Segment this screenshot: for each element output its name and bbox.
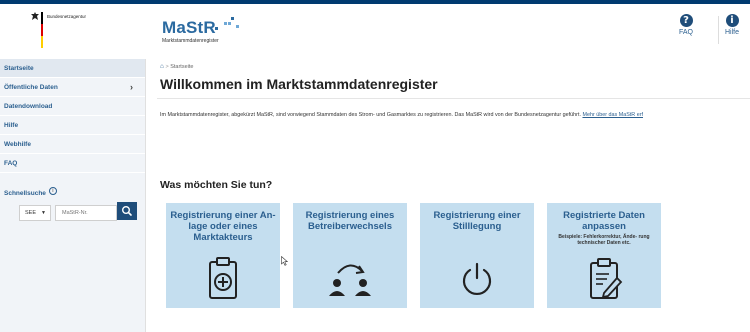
sidebar-item-label: Webhilfe (4, 141, 31, 148)
sidebar-item-label: Startseite (4, 65, 34, 72)
sidebar-item-datendownload[interactable]: Datendownload (0, 97, 145, 116)
chevron-right-icon: › (130, 82, 133, 92)
search-icon (121, 205, 132, 216)
home-icon[interactable]: ⌂ (160, 63, 164, 70)
breadcrumb: ⌂ > Startseite (160, 63, 193, 70)
owner-change-icon (329, 264, 371, 296)
agency-logo[interactable]: Bundesnetzagentur (0, 4, 145, 59)
sidebar-item-oeffentliche-daten[interactable]: Öffentliche Daten › (0, 78, 145, 97)
logo-title: MaStR (162, 18, 216, 37)
tile-owner-change[interactable]: Registrierung eines Betreiberwechsels (293, 203, 407, 308)
tile-title: Registrierung einer Stilllegung (433, 210, 521, 232)
quick-search-label: Schnellsuche (4, 190, 46, 197)
info-icon: i (725, 14, 739, 27)
tile-title: Registrierung einer An- lage oder eines … (170, 210, 276, 243)
breadcrumb-separator: > (165, 64, 169, 70)
tile-decommission[interactable]: Registrierung einer Stilllegung (420, 203, 534, 308)
register-select[interactable]: SEE ▼ (19, 205, 51, 221)
help-button[interactable]: i Hilfe (725, 14, 739, 36)
tile-subtitle: Beispiele: Fehlerkorrektur, Ände- rung t… (558, 234, 650, 246)
german-flag (41, 12, 43, 48)
power-icon (462, 262, 492, 295)
page-title: Willkommen im Marktstammdatenregister (160, 76, 438, 92)
sidebar-divider (145, 59, 146, 332)
mouse-cursor-icon (281, 256, 288, 266)
quick-search-row: SEE ▼ (4, 202, 141, 222)
logo-subtitle: Marktstammdatenregister (162, 38, 219, 44)
sidebar-item-startseite[interactable]: Startseite (0, 59, 145, 78)
sidebar-item-label: FAQ (4, 160, 18, 167)
question-icon: ? (679, 14, 693, 27)
sidebar-item-label: Hilfe (4, 122, 19, 129)
quick-search: Schnellsuche i SEE ▼ (0, 173, 145, 222)
breadcrumb-startseite[interactable]: Startseite (170, 64, 193, 70)
sidebar-item-faq[interactable]: FAQ (0, 154, 145, 173)
header-divider (718, 16, 719, 44)
help-label: Hilfe (725, 29, 740, 36)
sidebar-item-label: Öffentliche Daten (4, 84, 58, 91)
register-select-value: SEE (25, 210, 37, 216)
intro-body: Im Marktstammdatenregister, abgekürzt Ma… (160, 112, 581, 118)
agency-name: Bundesnetzagentur (47, 14, 87, 19)
title-divider (157, 98, 750, 99)
sidebar: Startseite Öffentliche Daten › Datendown… (0, 59, 145, 332)
header: Bundesnetzagentur MaStR Marktstammdatenr… (0, 4, 750, 59)
mastr-number-input[interactable] (55, 205, 117, 221)
info-circle-icon[interactable]: i (48, 186, 57, 195)
sidebar-item-hilfe[interactable]: Hilfe (0, 116, 145, 135)
clipboard-edit-icon (590, 258, 623, 299)
intro-text: Im Marktstammdatenregister, abgekürzt Ma… (160, 112, 643, 118)
tile-title: Registrierung eines Betreiberwechsels (305, 210, 395, 232)
sidebar-item-label: Datendownload (4, 103, 53, 110)
tile-title: Registrierte Daten anpassen (563, 210, 645, 232)
mastr-logo[interactable]: MaStR Marktstammdatenregister (162, 18, 219, 44)
sidebar-item-webhilfe[interactable]: Webhilfe (0, 135, 145, 154)
tile-edit-data[interactable]: Registrierte Daten anpassen Beispiele: F… (547, 203, 661, 308)
more-about-mastr-link[interactable]: Mehr über das MaStR erf (582, 112, 643, 118)
logo-dots-icon (215, 17, 239, 30)
section-title: Was möchten Sie tun? (160, 179, 273, 191)
search-button[interactable] (117, 202, 137, 220)
faq-button[interactable]: ? FAQ (679, 14, 693, 36)
eagle-icon (31, 12, 39, 20)
tile-register-unit[interactable]: Registrierung einer An- lage oder eines … (166, 203, 280, 308)
caret-down-icon: ▼ (41, 210, 46, 216)
faq-label: FAQ (679, 29, 694, 36)
clipboard-plus-icon (209, 257, 237, 299)
